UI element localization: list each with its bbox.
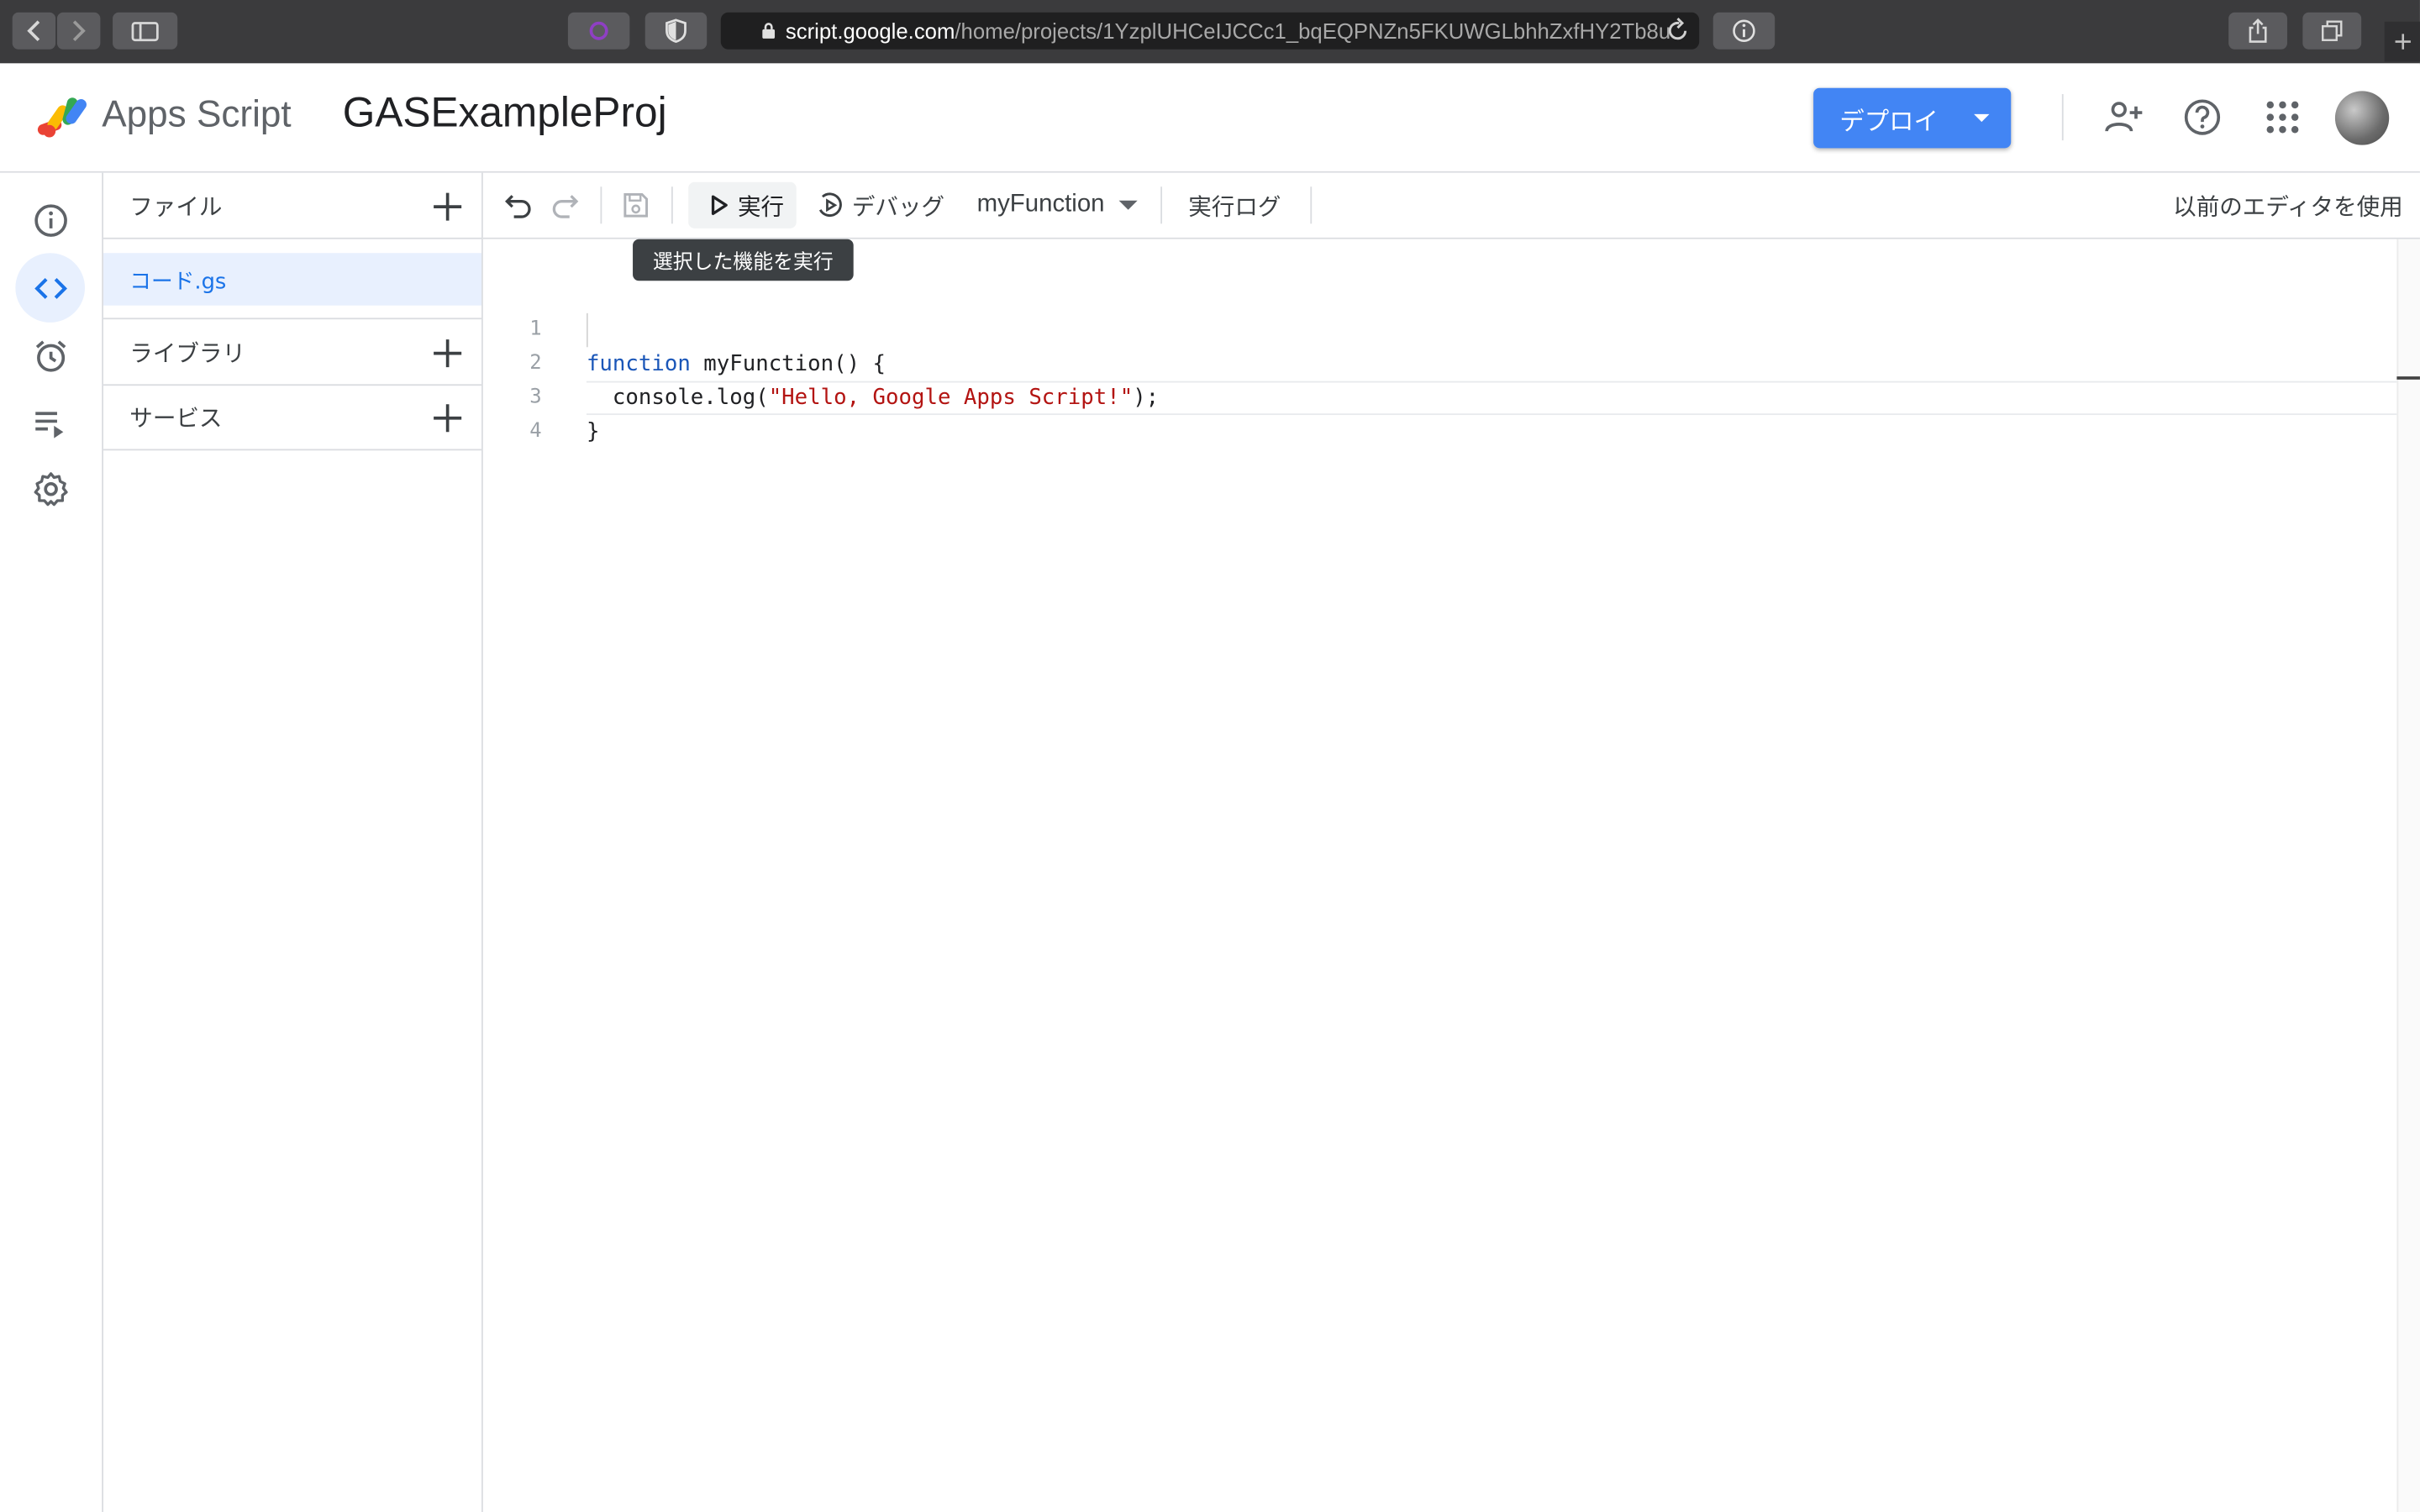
toolbar-divider xyxy=(1160,186,1163,224)
account-avatar[interactable] xyxy=(2334,91,2390,145)
reload-icon[interactable] xyxy=(1665,17,1690,45)
editor-scrollbar[interactable] xyxy=(2396,239,2420,1512)
forward-button[interactable] xyxy=(56,12,101,50)
editor-toolbar: 実行 デバッグ myFunction 実行ログ 以前のエディタを使用 xyxy=(482,172,2420,239)
file-name: コード.gs xyxy=(129,270,227,295)
back-icon xyxy=(27,20,40,42)
execution-log-button[interactable]: 実行ログ xyxy=(1188,190,1281,223)
add-service-icon[interactable] xyxy=(432,402,463,433)
undo-icon[interactable] xyxy=(505,192,533,219)
files-section-header: ファイル xyxy=(103,173,482,239)
info-icon xyxy=(1733,19,1755,42)
files-title: ファイル xyxy=(129,192,223,221)
new-tab-icon xyxy=(2394,34,2411,50)
indent-guide xyxy=(586,312,588,348)
code-line: 4 xyxy=(483,381,561,444)
apps-script-logo-icon[interactable] xyxy=(34,91,92,140)
address-bar[interactable]: script.google.com/home/projects/1YzplUHC… xyxy=(720,12,1700,50)
add-library-icon[interactable] xyxy=(432,338,463,369)
tabs-icon xyxy=(2322,20,2343,41)
use-legacy-editor-link[interactable]: 以前のエディタを使用 xyxy=(2173,190,2403,223)
forward-icon xyxy=(72,20,86,42)
browser-toolbar: script.google.com/home/projects/1YzplUHC… xyxy=(0,0,2420,66)
add-person-icon[interactable] xyxy=(2103,97,2144,138)
redo-icon[interactable] xyxy=(551,192,579,219)
header-divider xyxy=(2061,94,2064,141)
settings-icon xyxy=(33,471,67,506)
run-tooltip: 選択した機能を実行 xyxy=(633,239,854,281)
tab-overview-button[interactable] xyxy=(2302,12,2362,50)
libraries-title: ライブラリ xyxy=(129,339,246,368)
files-panel: ファイル コード.gs ライブラリ サービス xyxy=(103,172,483,1512)
back-button[interactable] xyxy=(12,12,56,50)
rail-overview[interactable] xyxy=(15,185,85,255)
app-name[interactable]: Apps Script xyxy=(102,94,291,137)
navigation-rail xyxy=(0,172,104,1512)
sidebar-toggle-button[interactable] xyxy=(113,12,178,50)
code-line: 1 function myFunction() { xyxy=(483,279,886,376)
chevron-down-icon[interactable] xyxy=(1118,200,1138,210)
run-label: 実行 xyxy=(737,192,785,221)
keyword-token: function xyxy=(586,351,691,377)
code-icon xyxy=(34,277,67,298)
dropdown-caret-icon xyxy=(1974,113,1990,123)
rail-executions[interactable] xyxy=(15,387,85,457)
code-token: myFunction() { xyxy=(690,351,886,377)
new-tab-button[interactable] xyxy=(2384,21,2420,62)
app-header: Apps Script GASExampleProj デプロイ xyxy=(0,63,2420,173)
page-info-button[interactable] xyxy=(1712,12,1776,50)
debug-button[interactable]: デバッグ xyxy=(852,190,944,223)
alarm-icon xyxy=(34,339,66,371)
url-host: script.google.com xyxy=(785,18,955,44)
info-icon xyxy=(34,203,66,237)
toolbar-divider xyxy=(600,186,602,224)
extension-button[interactable] xyxy=(567,12,630,50)
url-path: /home/projects/1YzplUHCeIJCCc1_bqEQPNZn5… xyxy=(955,18,1671,44)
extension-icon xyxy=(589,21,608,40)
code-line: 2 console.log("Hello, Google Apps Script… xyxy=(483,313,1159,411)
code-token: } xyxy=(586,419,600,444)
file-item-code-gs[interactable]: コード.gs xyxy=(103,253,482,306)
lock-icon xyxy=(762,23,776,39)
code-editor[interactable]: 1 function myFunction() { 2 console.log(… xyxy=(482,239,2397,1512)
services-title: サービス xyxy=(129,404,223,433)
debug-icon[interactable] xyxy=(817,192,844,219)
toolbar-divider xyxy=(1310,186,1313,224)
share-button[interactable] xyxy=(2228,12,2287,50)
save-icon[interactable] xyxy=(622,192,650,219)
add-file-icon[interactable] xyxy=(432,192,463,223)
deploy-label: デプロイ xyxy=(1839,105,1939,135)
shield-icon xyxy=(666,18,687,44)
services-section-header: サービス xyxy=(103,384,482,451)
libraries-section-header: ライブラリ xyxy=(103,318,482,386)
scrollbar-cursor-marker xyxy=(2396,376,2420,380)
rail-editor[interactable] xyxy=(15,253,86,323)
line-number: 4 xyxy=(529,419,542,444)
sidebar-icon xyxy=(131,21,159,41)
function-selector[interactable]: myFunction xyxy=(977,192,1105,219)
apps-grid-icon[interactable] xyxy=(2263,97,2303,138)
toolbar-divider xyxy=(671,186,673,224)
executions-icon xyxy=(34,411,63,438)
play-icon xyxy=(711,195,728,216)
privacy-button[interactable] xyxy=(644,12,708,50)
rail-settings[interactable] xyxy=(15,454,85,523)
help-icon[interactable] xyxy=(2182,97,2223,138)
code-line: 3 } xyxy=(483,347,599,444)
rail-triggers[interactable] xyxy=(15,321,85,391)
run-button[interactable]: 実行 xyxy=(688,181,797,228)
deploy-button[interactable]: デプロイ xyxy=(1813,87,2012,149)
project-title[interactable]: GASExampleProj xyxy=(343,90,667,138)
share-icon xyxy=(2249,18,2267,43)
current-line-highlight xyxy=(586,381,2397,416)
